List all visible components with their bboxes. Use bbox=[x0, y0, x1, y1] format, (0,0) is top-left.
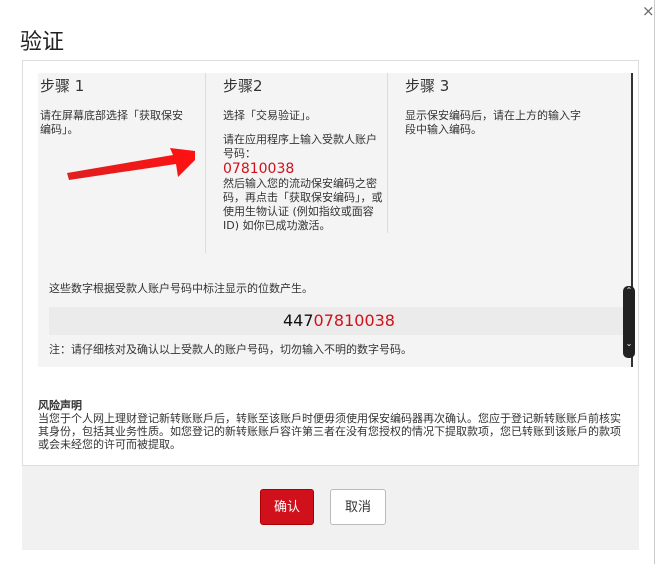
cancel-button[interactable]: 取消 bbox=[330, 489, 386, 525]
chevron-up-icon[interactable]: ⌃ bbox=[623, 286, 635, 295]
step-3-title: 步骤 3 bbox=[405, 77, 450, 95]
dialog-title: 验证 bbox=[20, 30, 65, 55]
digits-note: 这些数字根据受款人账户号码中标注显示的位数产生。 bbox=[49, 282, 313, 295]
step-2-title: 步骤2 bbox=[223, 77, 263, 95]
step-2: 步骤2 选择「交易验证」。 请在应用程序上输入受款人账户号码： 07810038… bbox=[205, 73, 383, 253]
confirm-button[interactable]: 确认 bbox=[260, 489, 314, 525]
verification-dialog: 验证 × 步骤 1 请在屏幕底部选择「获取保安编码」。 步骤2 选择「交易验证」… bbox=[0, 0, 655, 564]
scrollbar[interactable]: ⌃ ⌄ bbox=[623, 286, 635, 358]
code-prefix: 447 bbox=[283, 311, 314, 330]
dialog-footer: 确认 取消 bbox=[22, 466, 639, 550]
step-2-instruction-cont: 然后输入您的流动保安编码之密码，再点击「获取保安编码」，或使用生物认证 (例如指… bbox=[223, 177, 383, 232]
payee-account-number: 07810038 bbox=[223, 161, 295, 177]
step-2-instruction: 请在应用程序上输入受款人账户号码： bbox=[223, 133, 377, 160]
close-icon[interactable]: × bbox=[642, 2, 655, 20]
step-2-text: 选择「交易验证」。 bbox=[223, 109, 317, 122]
risk-text: 当您于个人网上理财登记新转账账戶后，转账至该账戶时便毋须使用保安编码器再次确认。… bbox=[38, 412, 621, 451]
warning-note: 注：请仔细核对及确认以上受款人的账户号码，切勿输入不明的数字号码。 bbox=[49, 343, 412, 356]
code-highlight: 07810038 bbox=[313, 311, 395, 330]
risk-title: 风险声明 bbox=[38, 399, 82, 412]
step-3: 步骤 3 显示保安编码后，请在上方的输入字段中输入编码。 bbox=[387, 73, 587, 233]
red-arrow-icon bbox=[67, 148, 195, 180]
chevron-down-icon[interactable]: ⌄ bbox=[623, 339, 635, 348]
code-display: 44707810038 bbox=[49, 307, 629, 335]
risk-statement: 风险声明 当您于个人网上理财登记新转账账戶后，转账至该账戶时便毋须使用保安编码器… bbox=[38, 399, 628, 451]
step-3-text: 显示保安编码后，请在上方的输入字段中输入编码。 bbox=[405, 109, 581, 136]
